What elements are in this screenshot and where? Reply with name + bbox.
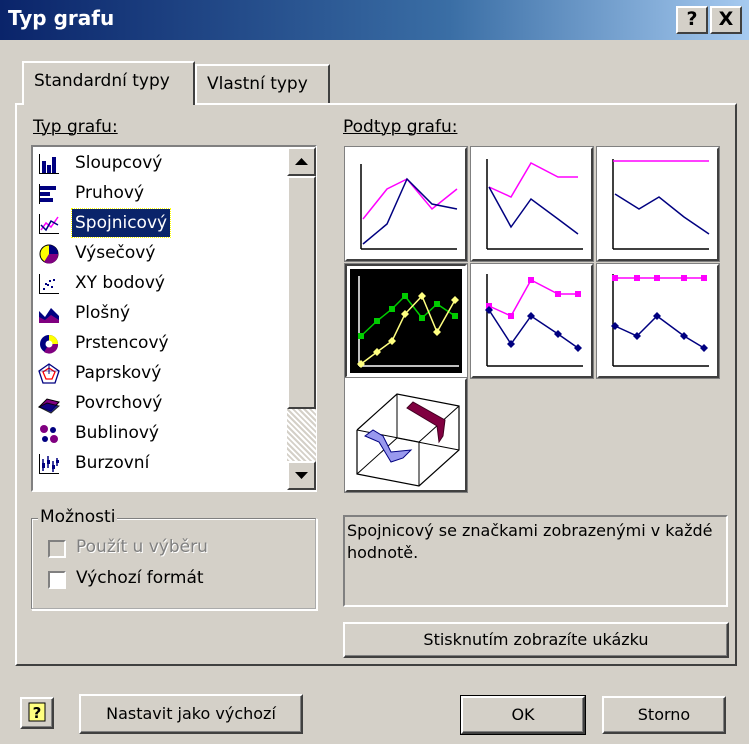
area-chart-icon <box>39 308 59 323</box>
options-legend: Možnosti <box>38 507 118 527</box>
subtype-stacked-line-with-markers[interactable] <box>470 263 594 379</box>
line-with-markers-subtype-icon <box>350 269 462 373</box>
percent-stacked-line-subtype-icon <box>612 159 710 250</box>
title-bar: Typ grafu ? X <box>0 0 749 40</box>
list-item-label: Burzovní <box>75 453 150 473</box>
window-title: Typ grafu <box>8 6 115 30</box>
arrow-down-icon <box>295 472 308 479</box>
line-chart-icon <box>39 214 59 234</box>
bar-chart-icon <box>39 184 56 204</box>
list-item-stock[interactable]: Burzovní <box>36 449 288 478</box>
stacked-line-markers-subtype-icon <box>485 274 583 367</box>
help-icon-button[interactable]: ? <box>20 697 54 729</box>
set-default-button[interactable]: Nastavit jako výchozí <box>79 694 303 734</box>
preview-button[interactable]: Stisknutím zobrazíte ukázku <box>343 622 729 658</box>
list-item-label: Pruhový <box>75 183 145 203</box>
subtype-3d-line[interactable] <box>344 377 468 493</box>
radar-chart-icon <box>38 363 60 384</box>
help-question-icon: ? <box>28 702 46 722</box>
column-chart-icon <box>39 154 59 174</box>
subtype-100-stacked-line[interactable] <box>596 146 720 262</box>
list-item-label: Výsečový <box>75 243 156 263</box>
cancel-button-label: Storno <box>637 705 691 724</box>
list-item-label: XY bodový <box>75 273 165 293</box>
close-button[interactable]: X <box>710 6 742 34</box>
3d-line-subtype-icon <box>356 393 460 487</box>
list-item-area[interactable]: Plošný <box>36 299 288 328</box>
default-format-checkbox[interactable] <box>48 571 66 589</box>
chart-type-label-text: Typ grafu: <box>33 117 118 137</box>
list-item-label: Povrchový <box>75 393 163 413</box>
list-item-label: Plošný <box>75 303 131 323</box>
svg-text:?: ? <box>33 704 42 722</box>
list-item-label: Bublinový <box>75 423 159 443</box>
tab-custom-types[interactable]: Vlastní typy <box>195 64 330 104</box>
tab-standard-types-label: Standardní typy <box>34 71 170 91</box>
bubble-chart-icon <box>40 425 58 443</box>
default-format-label: Výchozí formát <box>76 568 204 588</box>
list-item-label: Paprskový <box>75 363 162 383</box>
subtype-100-stacked-line-with-markers[interactable] <box>596 263 720 379</box>
tab-custom-types-label: Vlastní typy <box>207 74 308 94</box>
doughnut-chart-icon <box>40 335 59 354</box>
ok-button[interactable]: OK <box>460 695 586 735</box>
set-default-button-label: Nastavit jako výchozí <box>106 704 276 723</box>
chart-subtype-label-text: Podtyp grafu: <box>343 117 458 137</box>
options-group <box>31 518 317 610</box>
subtype-description-text: Spojnicový se značkami zobrazenými v kaž… <box>347 521 713 562</box>
subtype-stacked-line[interactable] <box>470 146 594 262</box>
percent-stacked-line-markers-subtype-icon <box>611 274 709 367</box>
list-item-surface[interactable]: Povrchový <box>36 389 288 418</box>
list-item-column[interactable]: Sloupcový <box>36 149 288 178</box>
list-item-bubble[interactable]: Bublinový <box>36 419 288 448</box>
chart-type-list[interactable]: Sloupcový Pruhový Spojnicový Výsečový XY… <box>31 145 317 492</box>
apply-to-selection-checkbox[interactable] <box>48 540 66 558</box>
list-item-label: Spojnicový <box>70 208 172 238</box>
list-item-label: Sloupcový <box>75 153 163 173</box>
list-item-radar[interactable]: Paprskový <box>36 359 288 388</box>
chart-type-label: Typ grafu: <box>33 117 118 137</box>
subtype-line[interactable] <box>344 146 468 262</box>
subtype-line-with-markers[interactable] <box>344 263 468 379</box>
stock-chart-icon <box>39 454 59 474</box>
list-item-label: Prstencový <box>75 333 169 353</box>
cancel-button[interactable]: Storno <box>602 696 726 734</box>
chart-subtype-label: Podtyp grafu: <box>343 117 457 137</box>
line-subtype-icon <box>360 164 458 250</box>
ok-button-label: OK <box>511 705 535 724</box>
scroll-thumb[interactable] <box>287 176 316 409</box>
list-scrollbar[interactable] <box>287 147 316 490</box>
surface-chart-icon <box>38 398 60 414</box>
help-button[interactable]: ? <box>676 6 708 34</box>
stacked-line-subtype-icon <box>486 159 583 250</box>
arrow-up-icon <box>295 158 308 165</box>
scroll-down-button[interactable] <box>287 461 316 490</box>
scroll-track[interactable] <box>287 409 316 461</box>
list-item-bar[interactable]: Pruhový <box>36 179 288 208</box>
scroll-up-button[interactable] <box>287 147 316 176</box>
list-item-xy-scatter[interactable]: XY bodový <box>36 269 288 298</box>
subtype-description: Spojnicový se značkami zobrazenými v kaž… <box>343 515 728 607</box>
preview-button-label: Stisknutím zobrazíte ukázku <box>423 630 649 649</box>
pie-chart-icon <box>39 244 59 264</box>
list-item-doughnut[interactable]: Prstencový <box>36 329 288 358</box>
tab-standard-types[interactable]: Standardní typy <box>22 61 195 105</box>
list-item-line[interactable]: Spojnicový <box>36 208 288 238</box>
apply-to-selection-label: Použít u výběru <box>76 537 208 557</box>
scatter-chart-icon <box>39 274 59 294</box>
list-item-pie[interactable]: Výsečový <box>36 239 288 268</box>
